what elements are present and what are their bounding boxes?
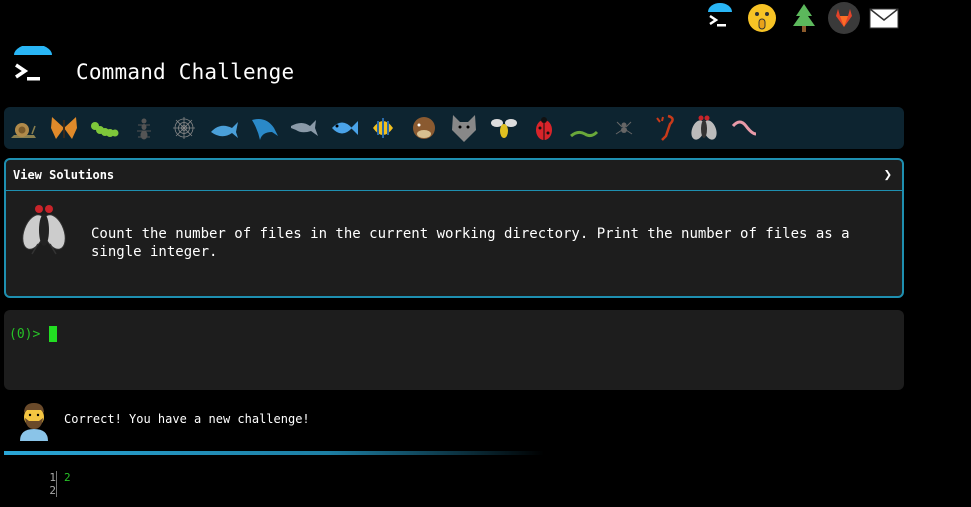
dolphin-b-icon[interactable]: [288, 112, 320, 144]
worm-icon[interactable]: [568, 112, 600, 144]
snail-icon[interactable]: [8, 112, 40, 144]
page-title: Command Challenge: [76, 60, 295, 84]
fly-icon[interactable]: [688, 112, 720, 144]
spider-icon[interactable]: [608, 112, 640, 144]
terminal-prompt: (0)>: [9, 327, 41, 342]
mail-icon[interactable]: [868, 2, 900, 34]
command-output: 2: [64, 471, 71, 484]
butterfly-icon[interactable]: [48, 112, 80, 144]
top-icon-bar: [704, 0, 904, 36]
spider-web-icon[interactable]: [168, 112, 200, 144]
challenge-description: Count the number of files in the current…: [91, 226, 850, 260]
output-line: 2: [64, 471, 71, 484]
view-solutions-label: View Solutions: [13, 168, 115, 182]
feedback-message: Correct! You have a new challenge!: [64, 412, 310, 426]
ant-icon[interactable]: [128, 112, 160, 144]
gitlab-icon[interactable]: [828, 2, 860, 34]
scorpion-icon[interactable]: [648, 112, 680, 144]
chevron-right-icon: ❯: [883, 167, 892, 183]
ladybug-icon[interactable]: [528, 112, 560, 144]
terminal-input[interactable]: (0)>: [4, 310, 904, 390]
dolphin-a-icon[interactable]: [248, 112, 280, 144]
fish-icon[interactable]: [328, 112, 360, 144]
view-solutions-toggle[interactable]: View Solutions ❯: [6, 160, 902, 191]
whale-icon[interactable]: [208, 112, 240, 144]
output-line-numbers: 1 2: [36, 471, 56, 497]
terminal-cursor: [49, 326, 57, 342]
challenge-panel: View Solutions ❯ Count the number of fil…: [4, 158, 904, 298]
earthworm-icon[interactable]: [728, 112, 760, 144]
fly-icon: [22, 205, 66, 255]
caterpillar-icon[interactable]: [88, 112, 120, 144]
bee-icon[interactable]: [488, 112, 520, 144]
terminal-umbrella-icon[interactable]: [704, 2, 736, 34]
line-number: 2: [49, 484, 56, 497]
shushing-face-icon[interactable]: [746, 2, 778, 34]
logo-icon: [14, 46, 52, 81]
challenge-creature-bar: [4, 107, 904, 149]
blowfish-icon[interactable]: [408, 112, 440, 144]
gutter-divider: [56, 471, 57, 497]
progress-bar: [4, 451, 544, 455]
wolf-icon[interactable]: [448, 112, 480, 144]
tropical-fish-icon[interactable]: [368, 112, 400, 144]
line-number: 1: [49, 471, 56, 484]
tree-icon[interactable]: [788, 2, 820, 34]
avatar: [20, 403, 48, 441]
